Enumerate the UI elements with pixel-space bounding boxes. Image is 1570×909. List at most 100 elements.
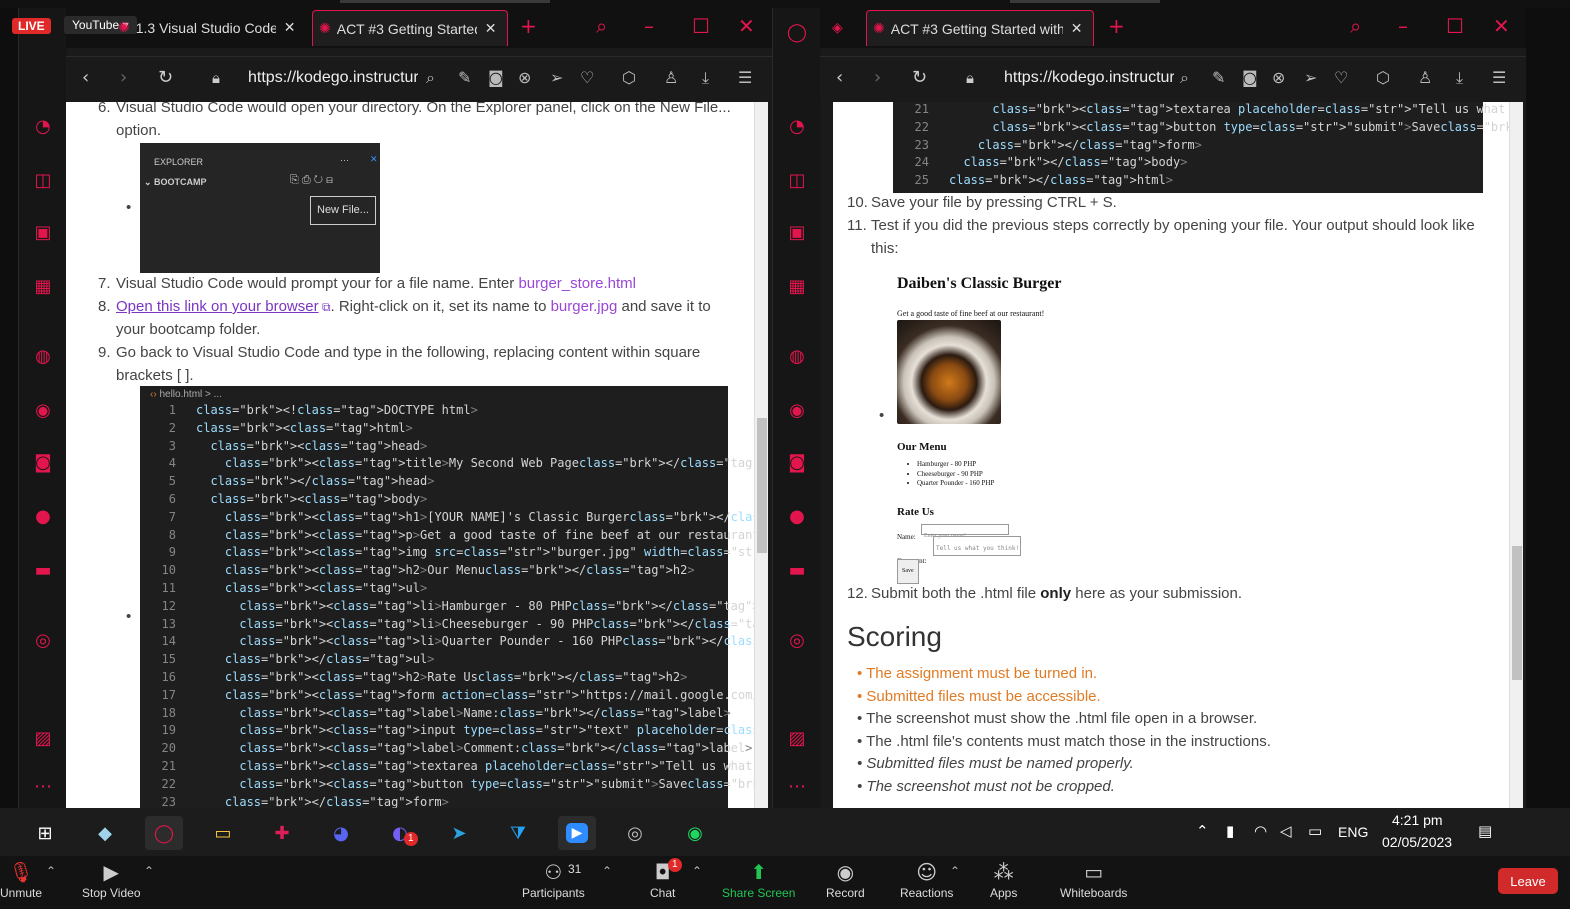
url-field[interactable]: https://kodego.instructure — [248, 69, 418, 87]
start-icon[interactable]: ⊞ — [26, 816, 64, 850]
search-icon[interactable]: ⌕ — [426, 68, 435, 88]
player-icon[interactable]: ◎ — [785, 628, 809, 652]
app-icon-crystal[interactable]: ◆ — [86, 816, 124, 850]
discord-icon[interactable]: ▬ — [785, 558, 809, 582]
mic-icon[interactable]: ▮ — [1226, 822, 1234, 840]
discord-icon[interactable]: ▬ — [31, 558, 55, 582]
tab-act3-right[interactable]: ✺ ACT #3 Getting Started with ✕ — [866, 10, 1094, 46]
unmute-button[interactable]: 🎙︎ Unmute — [0, 860, 42, 900]
participants-options-icon[interactable]: ⌃ — [602, 864, 612, 878]
minimize-icon[interactable]: – — [1398, 14, 1408, 38]
clock-time[interactable]: 4:21 pm — [1392, 812, 1443, 828]
twitch-icon[interactable]: ▣ — [31, 220, 55, 244]
clock-date[interactable]: 02/05/2023 — [1382, 834, 1452, 850]
spotify-icon[interactable]: ◉ — [676, 816, 714, 850]
telegram-icon[interactable]: ◉ — [785, 398, 809, 422]
speed-dial-icon[interactable]: ◔ — [31, 114, 55, 138]
scroll-thumb[interactable] — [757, 418, 767, 553]
close-tab-icon[interactable]: ✕ — [485, 21, 497, 37]
edit-icon[interactable]: ✎ — [458, 68, 471, 87]
messenger-icon[interactable]: ◍ — [785, 344, 809, 368]
heart-icon[interactable]: ♡ — [580, 68, 594, 87]
left-scrollbar[interactable] — [754, 102, 768, 808]
search-tabs-icon[interactable]: ⌕ — [596, 14, 607, 38]
video-options-icon[interactable]: ⌃ — [144, 864, 154, 878]
reload-icon[interactable]: ↻ — [158, 67, 173, 88]
telegram-taskbar-icon[interactable]: ➤ — [440, 816, 478, 850]
stop-video-button[interactable]: ▶︎ Stop Video — [82, 860, 141, 900]
search-tabs-icon[interactable]: ⌕ — [1350, 14, 1361, 38]
language-indicator[interactable]: ENG — [1338, 824, 1368, 840]
player-icon[interactable]: ◎ — [31, 628, 55, 652]
snapshot-icon[interactable]: ◙ — [488, 68, 504, 87]
audio-options-icon[interactable]: ⌃ — [46, 864, 56, 878]
zoom-icon[interactable]: ▶ — [558, 816, 596, 850]
twitter-icon[interactable]: ● — [31, 504, 55, 528]
gx-corner-icon[interactable]: ◈ — [832, 10, 856, 46]
forward-icon[interactable]: › — [874, 67, 881, 88]
snapshot-icon[interactable]: ◙ — [1242, 68, 1258, 87]
apps-button[interactable]: ⁂ Apps — [990, 860, 1017, 900]
back-icon[interactable]: ‹ — [836, 67, 843, 88]
adblock-icon[interactable]: ⊗ — [1272, 68, 1285, 87]
cube-icon[interactable]: ⬡ — [1376, 68, 1390, 87]
back-icon[interactable]: ‹ — [82, 67, 89, 88]
gallery-icon[interactable]: ▨ — [31, 726, 55, 750]
opera-gx-icon[interactable]: ◯ — [145, 816, 183, 850]
twitter-icon[interactable]: ● — [785, 504, 809, 528]
gallery-icon[interactable]: ▨ — [785, 726, 809, 750]
wifi-icon[interactable]: ◠ — [1254, 822, 1267, 840]
profile-icon[interactable]: ♙ — [664, 68, 678, 87]
close-tab-icon[interactable]: ✕ — [1071, 21, 1083, 37]
notification-icon[interactable]: ▤ — [1478, 822, 1492, 840]
workspace-icon[interactable]: ◫ — [785, 168, 809, 192]
tray-chevron-icon[interactable]: ⌃ — [1196, 822, 1209, 840]
download-icon[interactable]: ⤓ — [1456, 68, 1463, 88]
instagram-icon[interactable]: ◙ — [31, 450, 55, 474]
send-icon[interactable]: ➢ — [1304, 68, 1317, 87]
maximize-icon[interactable]: ☐ — [1446, 14, 1464, 38]
more-icon[interactable]: ⋯ — [31, 774, 55, 798]
instagram-icon[interactable]: ◙ — [785, 450, 809, 474]
profile-icon[interactable]: ♙ — [1418, 68, 1432, 87]
right-scrollbar[interactable] — [1509, 102, 1523, 808]
send-icon[interactable]: ➢ — [550, 68, 563, 87]
close-window-icon[interactable]: ✕ — [738, 14, 755, 38]
twitch-icon[interactable]: ▣ — [785, 220, 809, 244]
reload-icon[interactable]: ↻ — [912, 67, 927, 88]
battery-icon[interactable]: ▭ — [1308, 822, 1322, 840]
workspace-icon[interactable]: ◫ — [31, 168, 55, 192]
cd-icon[interactable]: ◎ — [616, 816, 654, 850]
close-tab-icon[interactable]: ✕ — [284, 20, 296, 36]
cube-icon[interactable]: ⬡ — [622, 68, 636, 87]
edit-icon[interactable]: ✎ — [1212, 68, 1225, 87]
download-icon[interactable]: ⤓ — [702, 68, 709, 88]
gx-control-icon[interactable]: ▦ — [31, 274, 55, 298]
leave-button[interactable]: Leave — [1498, 868, 1558, 894]
search-icon[interactable]: ⌕ — [1180, 68, 1189, 88]
url-field[interactable]: https://kodego.instructure — [1004, 69, 1174, 87]
minimize-icon[interactable]: – — [644, 14, 654, 38]
maximize-icon[interactable]: ☐ — [692, 14, 710, 38]
chat-options-icon[interactable]: ⌃ — [692, 864, 702, 878]
adblock-icon[interactable]: ⊗ — [518, 68, 531, 87]
file-explorer-icon[interactable]: ▭ — [204, 816, 242, 850]
slack-icon[interactable]: ✚ — [263, 816, 301, 850]
volume-icon[interactable]: ◁ — [1280, 822, 1292, 840]
discord-taskbar-icon[interactable]: ◕ — [322, 816, 360, 850]
more-icon[interactable]: ⋯ — [785, 774, 809, 798]
record-button[interactable]: ◉ Record — [826, 860, 865, 900]
whiteboards-button[interactable]: ▭ Whiteboards — [1060, 860, 1127, 900]
tab-vscode[interactable]: ✺ 1.3 Visual Studio Code ✕ — [118, 10, 308, 46]
vscode-icon[interactable]: ⧩ — [499, 816, 537, 850]
new-tab-button[interactable]: + — [520, 14, 537, 38]
scroll-thumb[interactable] — [1512, 546, 1522, 680]
reactions-button[interactable]: ☺ Reactions — [900, 860, 953, 900]
messenger-icon[interactable]: ◍ — [31, 344, 55, 368]
gx-control-icon[interactable]: ▦ — [785, 274, 809, 298]
heart-icon[interactable]: ♡ — [1334, 68, 1348, 87]
forward-icon[interactable]: › — [120, 67, 127, 88]
telegram-icon[interactable]: ◉ — [31, 398, 55, 422]
menu-icon[interactable]: ☰ — [1492, 68, 1506, 87]
share-screen-button[interactable]: ⬆ Share Screen — [722, 860, 795, 900]
